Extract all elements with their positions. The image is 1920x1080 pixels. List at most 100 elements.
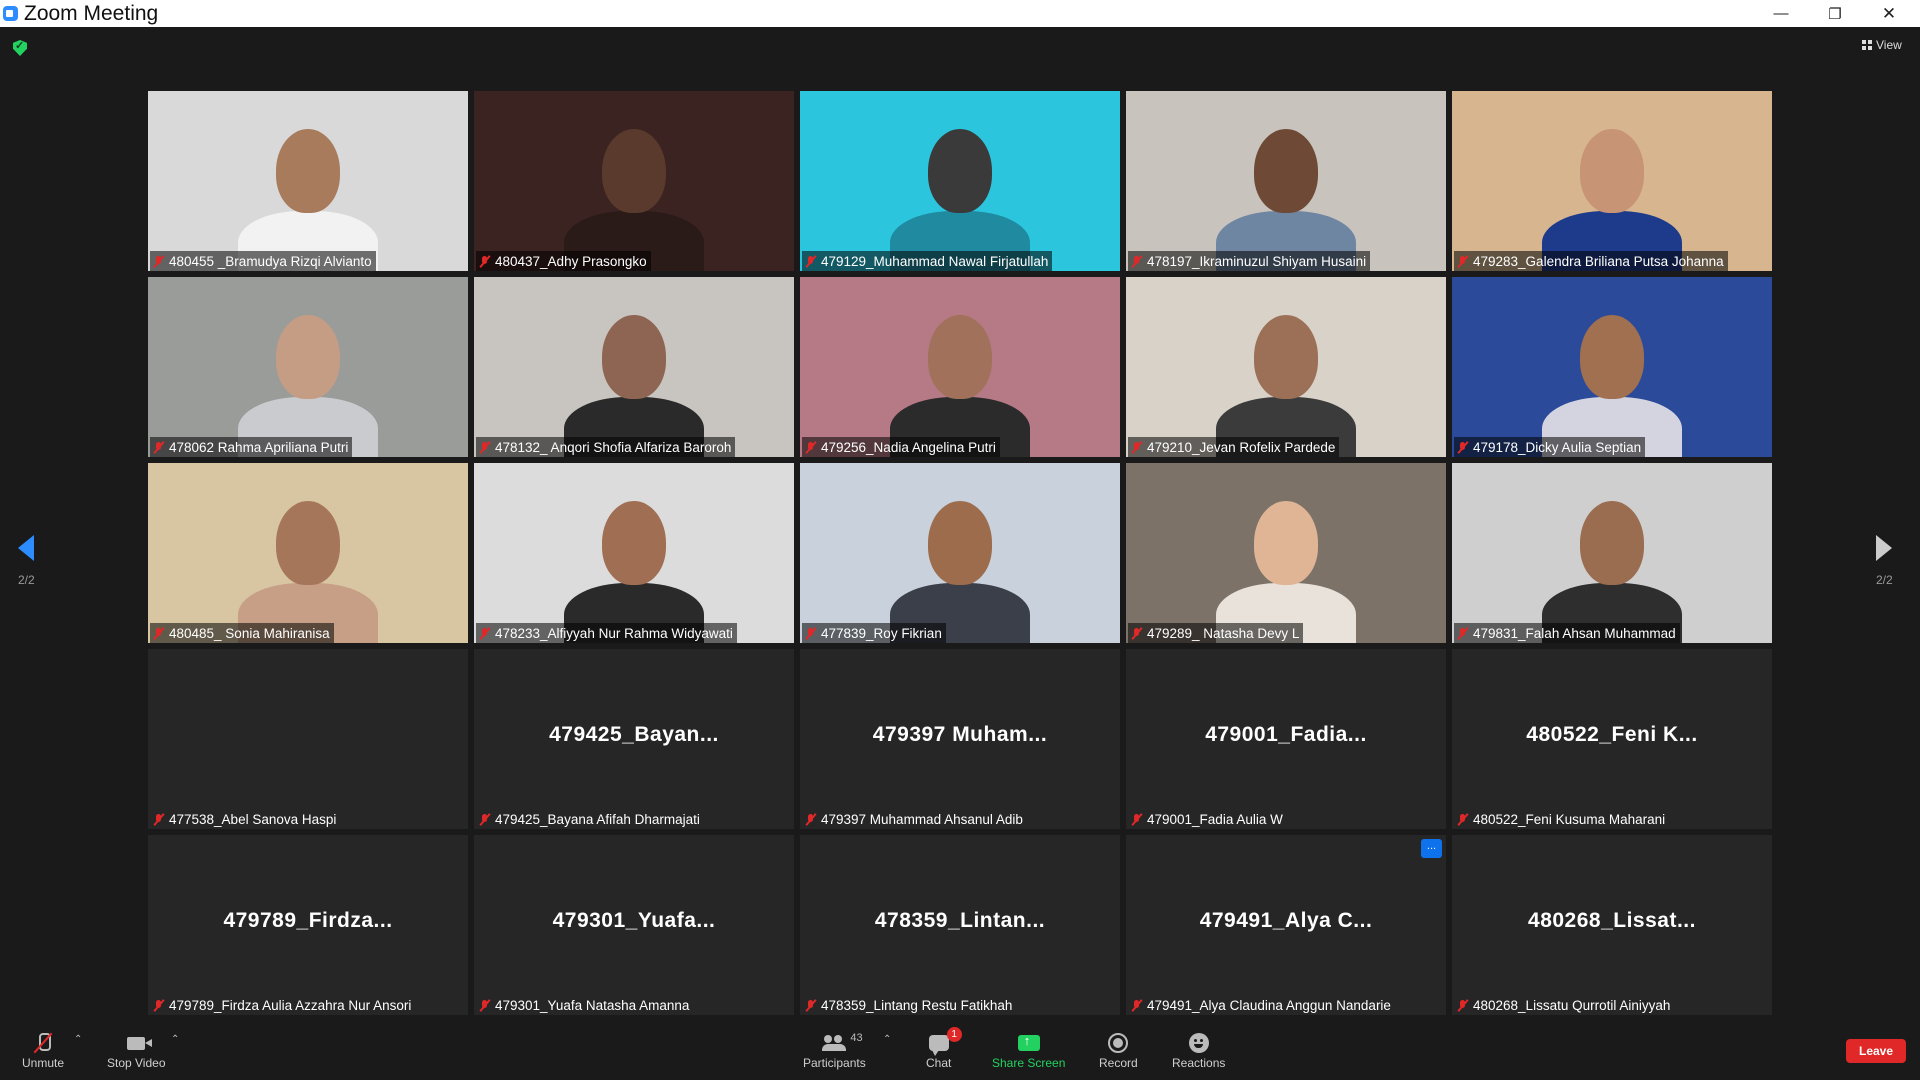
participant-tile[interactable]: 479283_Galendra Briliana Putsa Johanna xyxy=(1452,91,1772,271)
participant-tile[interactable]: 480485_ Sonia Mahiranisa xyxy=(148,463,468,643)
participant-tile[interactable]: 480522_Feni K... 480522_Feni Kusuma Mahar… xyxy=(1452,649,1772,829)
participant-name: 477538_Abel Sanova Haspi xyxy=(169,811,337,827)
participant-display-name: 479397 Muham... xyxy=(872,723,1048,746)
participant-name: 479256_Nadia Angelina Putri xyxy=(821,439,996,455)
participant-tile[interactable]: 480268_Lissat... 480268_Lissatu Qurrotil … xyxy=(1452,835,1772,1015)
minimize-button[interactable]: — xyxy=(1758,0,1804,27)
participant-tile[interactable]: 479289_ Natasha Devy L xyxy=(1126,463,1446,643)
participant-tile[interactable]: 479129_Muhammad Nawal Firjatullah xyxy=(800,91,1120,271)
stop-video-button[interactable]: Stop Video xyxy=(107,1030,166,1070)
participant-face-shape xyxy=(1254,315,1318,399)
participant-tile[interactable]: 479301_Yuafa... 479301_Yuafa Natasha Aman… xyxy=(474,835,794,1015)
participant-name-label: 479491_Alya Claudina Anggun Nandarie xyxy=(1128,995,1395,1015)
participants-button[interactable]: 43 Participants xyxy=(803,1030,866,1070)
participant-name-label: 479789_Firdza Aulia Azzahra Nur Ansori xyxy=(150,995,415,1015)
participant-video xyxy=(1126,463,1446,643)
participant-tile[interactable]: 479789_Firdza... 479789_Firdza Aulia Azza… xyxy=(148,835,468,1015)
participant-name-label: 478197_Ikraminuzul Shiyam Husaini xyxy=(1128,251,1371,271)
participant-face-shape xyxy=(928,129,992,213)
participants-icon xyxy=(822,1035,847,1051)
participant-name-label: 479301_Yuafa Natasha Amanna xyxy=(476,995,693,1015)
participant-name-label: 480485_ Sonia Mahiranisa xyxy=(150,623,334,643)
participant-tile[interactable]: 477538_Abel Sanova Haspi xyxy=(148,649,468,829)
security-shield-icon[interactable] xyxy=(13,40,27,56)
participant-tile[interactable]: 478233_Alfiyyah Nur Rahma Widyawati xyxy=(474,463,794,643)
participant-face-shape xyxy=(928,315,992,399)
participant-display-name: 478359_Lintan... xyxy=(874,909,1046,932)
gallery-grid: 480455 _Bramudya Rizqi Alvianto 480437_Ad… xyxy=(148,91,1772,1015)
participant-video xyxy=(1126,91,1446,271)
participant-tile[interactable]: 479397 Muham... 479397 Muhammad Ahsanul A… xyxy=(800,649,1120,829)
participant-display-name: 480522_Feni K... xyxy=(1526,723,1698,746)
participant-tile[interactable]: 478062 Rahma Apriliana Putri xyxy=(148,277,468,457)
chat-unread-badge: 1 xyxy=(946,1027,962,1042)
participant-tile[interactable]: 477839_Roy Fikrian xyxy=(800,463,1120,643)
participant-tile[interactable]: 478359_Lintan... 478359_Lintang Restu Fat… xyxy=(800,835,1120,1015)
participant-display-name: 479425_Bayan... xyxy=(549,723,719,746)
previous-page-button[interactable]: 2/2 xyxy=(18,535,35,587)
participant-name: 479301_Yuafa Natasha Amanna xyxy=(495,997,690,1013)
participants-options-caret[interactable]: ⌃ xyxy=(883,1034,891,1045)
page-indicator-left: 2/2 xyxy=(18,573,35,587)
window-title: Zoom Meeting xyxy=(24,1,159,25)
participant-video xyxy=(148,277,468,457)
record-button[interactable]: Record xyxy=(1099,1030,1138,1070)
participant-face-shape xyxy=(602,501,666,585)
view-label: View xyxy=(1876,38,1902,52)
mic-muted-icon xyxy=(153,441,165,454)
record-label: Record xyxy=(1099,1056,1138,1070)
participant-tile[interactable]: 479178_Dicky Aulia Septian xyxy=(1452,277,1772,457)
next-page-button[interactable]: 2/2 xyxy=(1876,535,1893,587)
participant-name-label: 480522_Feni Kusuma Maharani xyxy=(1454,809,1669,829)
participant-face-shape xyxy=(1254,129,1318,213)
participant-name-label: 479129_Muhammad Nawal Firjatullah xyxy=(802,251,1053,271)
close-button[interactable]: ✕ xyxy=(1866,0,1912,27)
participants-count: 43 xyxy=(850,1032,863,1044)
chat-button[interactable]: 1 Chat xyxy=(926,1027,962,1070)
participant-name: 479425_Bayana Afifah Dharmajati xyxy=(495,811,700,827)
participant-video xyxy=(1452,463,1772,643)
participant-video xyxy=(800,277,1120,457)
reactions-label: Reactions xyxy=(1172,1056,1226,1070)
participant-tile[interactable]: 479210_Jevan Rofelix Pardede xyxy=(1126,277,1446,457)
reactions-button[interactable]: Reactions xyxy=(1172,1030,1225,1070)
participant-name: 480455 _Bramudya Rizqi Alvianto xyxy=(169,253,372,269)
maximize-button[interactable]: ❐ xyxy=(1812,0,1858,27)
participant-name: 479178_Dicky Aulia Septian xyxy=(1473,439,1642,455)
mic-muted-icon xyxy=(805,255,817,268)
participant-name: 479789_Firdza Aulia Azzahra Nur Ansori xyxy=(169,997,412,1013)
more-options-button[interactable]: ... xyxy=(1421,839,1442,858)
participant-tile[interactable]: 480437_Adhy Prasongko xyxy=(474,91,794,271)
participant-tile[interactable]: 479831_Falah Ahsan Muhammad xyxy=(1452,463,1772,643)
audio-options-caret[interactable]: ⌃ xyxy=(74,1034,82,1045)
participant-video xyxy=(474,91,794,271)
participant-tile[interactable]: 479256_Nadia Angelina Putri xyxy=(800,277,1120,457)
mic-muted-icon xyxy=(1131,813,1143,826)
participant-video xyxy=(1126,277,1446,457)
participant-name-label: 479831_Falah Ahsan Muhammad xyxy=(1454,623,1680,643)
mic-muted-icon xyxy=(1457,813,1469,826)
participant-tile[interactable]: 480455 _Bramudya Rizqi Alvianto xyxy=(148,91,468,271)
participant-tile[interactable]: 478132_ Anqori Shofia Alfariza Baroroh xyxy=(474,277,794,457)
mic-muted-icon xyxy=(1131,441,1143,454)
view-button[interactable]: View xyxy=(1862,38,1902,52)
participant-video xyxy=(800,463,1120,643)
unmute-button[interactable]: Unmute xyxy=(22,1030,64,1070)
mic-muted-icon xyxy=(479,255,491,268)
participant-video xyxy=(148,91,468,271)
participant-name-label: 479289_ Natasha Devy L xyxy=(1128,623,1304,643)
participant-face-shape xyxy=(602,315,666,399)
participant-face-shape xyxy=(602,129,666,213)
leave-button[interactable]: Leave xyxy=(1846,1039,1906,1063)
participant-tile[interactable]: 479491_Alya C...... 479491_Alya Claudina … xyxy=(1126,835,1446,1015)
mic-muted-icon xyxy=(153,813,165,826)
participant-tile[interactable]: 479001_Fadia... 479001_Fadia Aulia W xyxy=(1126,649,1446,829)
participant-video xyxy=(1452,91,1772,271)
video-options-caret[interactable]: ⌃ xyxy=(171,1034,179,1045)
participant-name-label: 479001_Fadia Aulia W xyxy=(1128,809,1287,829)
mic-muted-icon xyxy=(1131,255,1143,268)
participant-tile[interactable]: 479425_Bayan... 479425_Bayana Afifah Dhar… xyxy=(474,649,794,829)
share-screen-button[interactable]: Share Screen xyxy=(992,1030,1065,1070)
participant-name: 477839_Roy Fikrian xyxy=(821,625,942,641)
participant-tile[interactable]: 478197_Ikraminuzul Shiyam Husaini xyxy=(1126,91,1446,271)
